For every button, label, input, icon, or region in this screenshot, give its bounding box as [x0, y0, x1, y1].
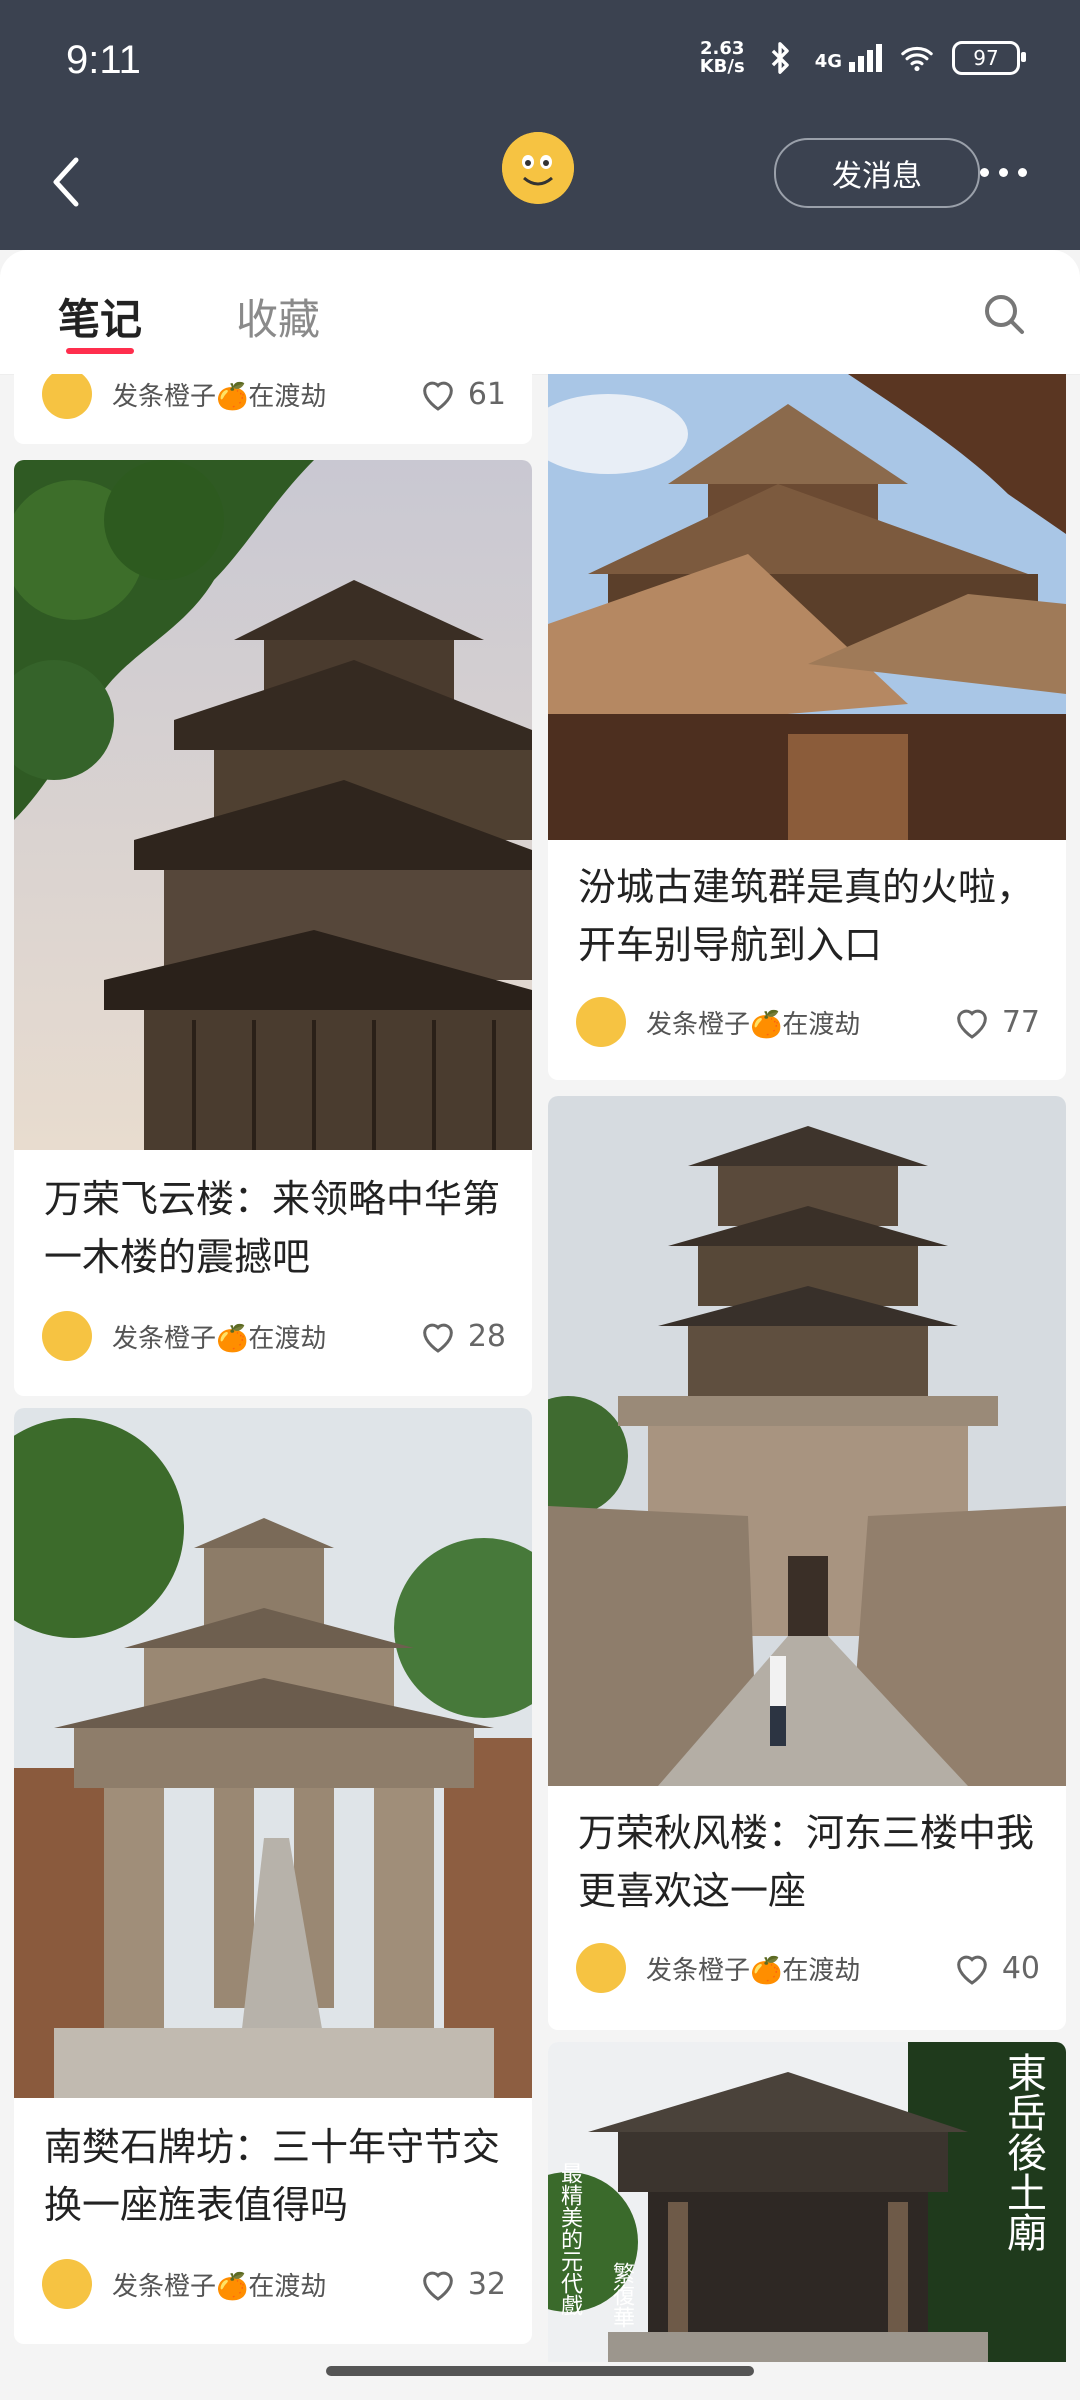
post-image[interactable] — [14, 1408, 532, 2098]
author-avatar[interactable] — [42, 1311, 92, 1361]
author-name[interactable]: 发条橙子🍊在渡劫 — [112, 1318, 418, 1355]
post-meta: 发条橙子🍊在渡劫 61 — [42, 374, 506, 420]
author-name[interactable]: 发条橙子🍊在渡劫 — [646, 1950, 952, 1987]
heart-icon[interactable] — [952, 1948, 992, 1988]
status-icons: 2.63 KB/s 4G 97 — [699, 38, 1026, 77]
send-message-button[interactable]: 发消息 — [774, 138, 980, 208]
author-avatar[interactable] — [576, 1943, 626, 1993]
author-name[interactable]: 发条橙子🍊在渡劫 — [112, 376, 418, 413]
bluetooth-icon — [771, 42, 789, 74]
status-bar: 9:11 2.63 KB/s 4G 97 — [0, 0, 1080, 120]
post-meta: 发条橙子🍊在渡劫 32 — [42, 2258, 506, 2310]
post-title[interactable]: 万荣飞云楼：来领略中华第一木楼的震撼吧 — [44, 1170, 506, 1286]
net-speed: 2.63 KB/s — [699, 38, 745, 77]
heart-icon[interactable] — [418, 2264, 458, 2304]
avatar-face-icon — [502, 132, 574, 204]
tab-favorites[interactable]: 收藏 — [236, 286, 320, 347]
post-card[interactable]: 发条橙子🍊在渡劫 61 — [14, 374, 532, 444]
like-count: 28 — [467, 1318, 506, 1354]
like-count: 77 — [1001, 1004, 1040, 1040]
like-count: 40 — [1001, 1950, 1040, 1986]
search-icon[interactable] — [980, 290, 1028, 338]
more-options-icon[interactable] — [980, 168, 1027, 177]
like-count: 61 — [467, 376, 506, 412]
author-avatar[interactable] — [576, 997, 626, 1047]
post-meta: 发条橙子🍊在渡劫 28 — [42, 1310, 506, 1362]
author-name[interactable]: 发条橙子🍊在渡劫 — [112, 2266, 418, 2303]
heart-icon[interactable] — [418, 374, 458, 414]
signal-icon: 4G — [815, 44, 882, 72]
overlay-title-text: 東岳後土廟 — [1000, 2052, 1046, 2252]
overlay-caption-2: 繁復華 — [609, 2262, 634, 2328]
post-title[interactable]: 汾城古建筑群是真的火啦，开车别导航到入口 — [578, 858, 1040, 974]
back-icon[interactable] — [46, 152, 86, 212]
heart-icon[interactable] — [952, 1002, 992, 1042]
post-card[interactable]: 汾城古建筑群是真的火啦，开车别导航到入口 发条橙子🍊在渡劫 77 — [548, 374, 1066, 1080]
tab-notes[interactable]: 笔记 — [58, 286, 142, 347]
post-image[interactable] — [548, 374, 1066, 840]
tab-bar: 笔记 收藏 — [0, 250, 1080, 375]
status-time: 9:11 — [66, 38, 141, 82]
author-avatar[interactable] — [42, 374, 92, 419]
battery-indicator: 97 — [952, 41, 1026, 75]
post-meta: 发条橙子🍊在渡劫 40 — [576, 1942, 1040, 1994]
author-name[interactable]: 发条橙子🍊在渡劫 — [646, 1004, 952, 1041]
overlay-caption-1: 最精美的元代戲 — [557, 2162, 582, 2316]
post-title[interactable]: 南樊石牌坊：三十年守节交换一座旌表值得吗 — [44, 2118, 506, 2234]
home-indicator[interactable] — [326, 2366, 754, 2376]
post-card[interactable]: 万荣秋风楼：河东三楼中我更喜欢这一座 发条橙子🍊在渡劫 40 — [548, 1096, 1066, 2030]
author-avatar[interactable] — [42, 2259, 92, 2309]
avatar[interactable] — [502, 132, 574, 204]
post-card[interactable]: 万荣飞云楼：来领略中华第一木楼的震撼吧 发条橙子🍊在渡劫 28 — [14, 460, 532, 1396]
post-image[interactable] — [14, 460, 532, 1150]
wifi-icon — [901, 46, 933, 72]
post-card[interactable]: 東岳後土廟 最精美的元代戲 繁復華 — [548, 2042, 1066, 2362]
post-card[interactable]: 南樊石牌坊：三十年守节交换一座旌表值得吗 发条橙子🍊在渡劫 32 — [14, 1408, 532, 2344]
post-meta: 发条橙子🍊在渡劫 77 — [576, 996, 1040, 1048]
active-tab-indicator — [66, 348, 134, 354]
heart-icon[interactable] — [418, 1316, 458, 1356]
like-count: 32 — [467, 2266, 506, 2302]
post-image[interactable] — [548, 1096, 1066, 1786]
post-title[interactable]: 万荣秋风楼：河东三楼中我更喜欢这一座 — [578, 1804, 1040, 1920]
